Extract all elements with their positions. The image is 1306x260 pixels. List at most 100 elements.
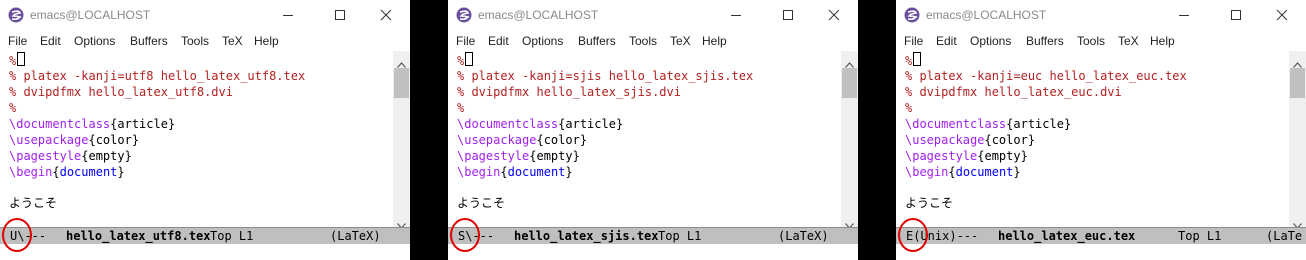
menu-help[interactable]: Help [1150, 34, 1175, 48]
code-line: \documentclass{article} [457, 116, 623, 132]
maximize-button[interactable] [322, 3, 358, 27]
code-line: % platex -kanji=utf8 hello_latex_utf8.te… [9, 68, 305, 84]
comment-text: % [9, 101, 17, 115]
vertical-scrollbar[interactable] [841, 51, 858, 229]
comment-text: % [457, 101, 465, 115]
menu-file[interactable]: File [8, 34, 27, 48]
japanese-text: ようこそ [905, 196, 954, 210]
minibuffer[interactable] [448, 244, 858, 260]
vertical-scrollbar[interactable] [393, 51, 410, 229]
code-line: % platex -kanji=euc hello_latex_euc.tex [905, 68, 1187, 84]
code-line: % platex -kanji=sjis hello_latex_sjis.te… [457, 68, 753, 84]
close-button[interactable] [1264, 3, 1300, 27]
menu-options[interactable]: Options [74, 34, 115, 48]
menu-edit[interactable]: Edit [936, 34, 957, 48]
brace-open: { [500, 165, 508, 179]
minibuffer[interactable] [896, 244, 1306, 260]
code-line: % [9, 100, 16, 116]
close-button[interactable] [816, 3, 852, 27]
menu-options[interactable]: Options [970, 34, 1011, 48]
menu-help[interactable]: Help [254, 34, 279, 48]
emacs-window-utf8: emacs@LOCALHOST File Edit Options Buffers Too… [0, 0, 410, 260]
major-mode: (LaTeX) [330, 229, 381, 243]
comment-text: % [905, 54, 913, 68]
brace-close: } [565, 165, 573, 179]
command-argument: {color} [984, 133, 1036, 147]
cursor-position: Top L1 [658, 229, 702, 243]
emacs-window-sjis: emacs@LOCALHOST File Edit Options Buffers Too… [448, 0, 858, 260]
minimize-button[interactable] [270, 3, 306, 27]
command-argument: {empty} [529, 149, 580, 163]
code-line: \documentclass{article} [905, 116, 1071, 132]
code-line: % [457, 52, 474, 68]
menu-buffers[interactable]: Buffers [1026, 34, 1064, 48]
title-bar: emacs@LOCALHOST [896, 0, 1306, 30]
code-line: \usepackage{color} [457, 132, 587, 148]
minibuffer[interactable] [0, 244, 410, 260]
comment-text: % platex -kanji=utf8 hello_latex_utf8.te… [9, 69, 306, 83]
maximize-button[interactable] [770, 3, 806, 27]
scrollbar-thumb[interactable] [842, 68, 857, 98]
close-button[interactable] [368, 3, 404, 27]
menu-buffers[interactable]: Buffers [130, 34, 168, 48]
cursor-position: Top L1 [210, 229, 254, 243]
code-line: \usepackage{color} [905, 132, 1035, 148]
comment-text: % [905, 101, 913, 115]
menu-options[interactable]: Options [522, 34, 563, 48]
buffer-name: hello_latex_euc.tex [998, 229, 1136, 243]
menu-tex[interactable]: TeX [1118, 34, 1139, 48]
mode-line: S\--- hello_latex_sjis.tex Top L1 (LaTeX) [448, 227, 858, 245]
code-line: \pagestyle{empty} [9, 148, 132, 164]
comment-text: % platex -kanji=sjis hello_latex_sjis.te… [457, 69, 754, 83]
menu-bar: File Edit Options Buffers Tools TeX Help [896, 31, 1306, 51]
brace-open: { [948, 165, 956, 179]
major-mode: (LaTeX) [778, 229, 829, 243]
latex-command: \usepackage [9, 133, 89, 147]
minimize-button[interactable] [1166, 3, 1202, 27]
latex-command: \begin [457, 165, 501, 179]
menu-edit[interactable]: Edit [488, 34, 509, 48]
brace-close: } [117, 165, 125, 179]
menu-buffers[interactable]: Buffers [578, 34, 616, 48]
code-line: % dvipdfmx hello_latex_sjis.dvi [457, 84, 681, 100]
emacs-window-euc: emacs@LOCALHOST File Edit Options Buffers Too… [896, 0, 1306, 260]
highlight-circle [450, 218, 480, 252]
menu-tools[interactable]: Tools [1077, 34, 1105, 48]
code-line: % [905, 52, 922, 68]
editor-buffer[interactable]: % % platex -kanji=utf8 hello_latex_utf8.t… [0, 51, 393, 227]
menu-file[interactable]: File [904, 34, 923, 48]
buffer-name: hello_latex_utf8.tex [66, 229, 211, 243]
scrollbar-thumb[interactable] [394, 68, 409, 98]
text-cursor [913, 52, 922, 66]
code-line: \pagestyle{empty} [905, 148, 1028, 164]
code-line: \begin{document} [905, 164, 1021, 180]
code-line: % [457, 100, 464, 116]
mode-line: E(Unix)--- hello_latex_euc.tex Top L1 (LaTe [896, 227, 1306, 245]
menu-edit[interactable]: Edit [40, 34, 61, 48]
vertical-scrollbar[interactable] [1289, 51, 1306, 229]
minimize-button[interactable] [718, 3, 754, 27]
menu-help[interactable]: Help [702, 34, 727, 48]
menu-tex[interactable]: TeX [670, 34, 691, 48]
command-argument: {article} [110, 117, 176, 131]
editor-buffer[interactable]: %% platex -kanji=euc hello_latex_euc.tex… [896, 51, 1289, 227]
latex-command: \documentclass [905, 117, 1007, 131]
buffer-name: hello_latex_sjis.tex [514, 229, 659, 243]
latex-command: \begin [9, 165, 53, 179]
latex-command: \usepackage [905, 133, 985, 147]
window-title: emacs@LOCALHOST [30, 8, 151, 22]
menu-file[interactable]: File [456, 34, 475, 48]
command-argument: {color} [536, 133, 588, 147]
maximize-button[interactable] [1218, 3, 1254, 27]
comment-text: % dvipdfmx hello_latex_euc.dvi [905, 85, 1122, 99]
japanese-text: ようこそ [457, 196, 506, 210]
latex-command: \documentclass [457, 117, 559, 131]
editor-buffer[interactable]: %% platex -kanji=sjis hello_latex_sjis.t… [448, 51, 841, 227]
comment-text: % [457, 54, 465, 68]
menu-tools[interactable]: Tools [629, 34, 657, 48]
menu-tex[interactable]: TeX [222, 34, 243, 48]
command-argument: {empty} [81, 149, 132, 163]
menu-tools[interactable]: Tools [181, 34, 209, 48]
code-line: \usepackage{color} [9, 132, 139, 148]
scrollbar-thumb[interactable] [1290, 68, 1305, 98]
